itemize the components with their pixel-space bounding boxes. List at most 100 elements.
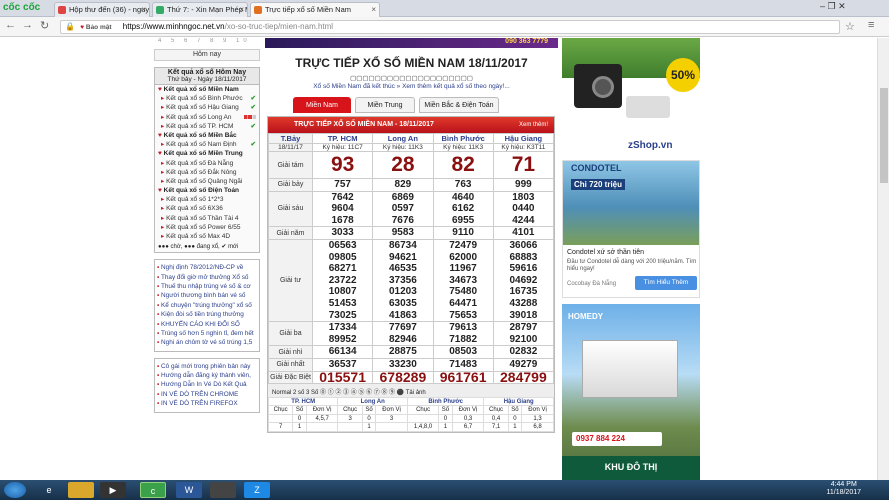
news-link[interactable]: Trúng số hơn 5 nghìn tỉ, đem hết: [157, 329, 257, 338]
tab-mien-bac[interactable]: Miền Bắc & Điện Toán: [419, 97, 499, 113]
lottery-link[interactable]: Kết quả xổ số Quảng Ngãi: [155, 177, 259, 186]
learn-more-button[interactable]: Tìm Hiểu Thêm: [635, 276, 697, 290]
homedy-ad[interactable]: HOMEDY 0937 884 224 KHU ĐÔ THỊ: [562, 304, 700, 480]
scrollbar-thumb[interactable]: [880, 88, 888, 183]
prize-row: Giải nhì 66134 28875 08503 02832: [268, 345, 555, 359]
loto-cell: 6,8: [521, 422, 554, 432]
province-name[interactable]: Long An: [372, 133, 434, 144]
lottery-link[interactable]: Kết quả xổ số 1*2*3: [155, 195, 259, 204]
news-link[interactable]: Nghị định 78/2012/NĐ-CP về: [157, 263, 257, 272]
back-icon[interactable]: ←: [5, 19, 16, 31]
tab-mien-nam[interactable]: Miền Nam: [293, 97, 351, 113]
news-link[interactable]: Cô gái mới trong phiên bản này: [157, 362, 257, 371]
browser-brand-logo[interactable]: cốc cốc: [3, 2, 40, 13]
lottery-link[interactable]: Kết quả xổ số 6X36: [155, 204, 259, 213]
lottery-link[interactable]: Kết quả xổ số Đà Nẵng: [155, 159, 259, 168]
lottery-label: Kết quả xổ số Nam Định: [166, 141, 237, 149]
zshop-link[interactable]: zShop.vn: [628, 140, 672, 151]
news-link[interactable]: Thay đổi giờ mở thưởng Xổ số: [157, 273, 257, 282]
window-controls[interactable]: – ❐ ✕: [820, 1, 846, 12]
lottery-link[interactable]: Kết quả xổ số Nam Định ✔: [155, 140, 259, 149]
today-results-header: Kết quả xổ số Hôm Nay Thứ bảy - Ngày 18/…: [155, 68, 259, 85]
prize-numbers: 763: [432, 178, 494, 192]
prize-number: 763: [454, 179, 472, 190]
news-link[interactable]: Nghi án chôm tờ vé số trúng 1,5: [157, 338, 257, 347]
explorer-folder-icon[interactable]: [68, 482, 94, 498]
tab-close-icon[interactable]: ×: [141, 3, 146, 16]
start-button-icon[interactable]: [4, 482, 26, 498]
province-name[interactable]: Bình Phước: [432, 133, 494, 144]
finished-notice-link[interactable]: Xổ số Miền Nam đã kết thúc » Xem thêm kế…: [265, 83, 558, 92]
province-name[interactable]: Hậu Giang: [492, 133, 555, 144]
lottery-label: Kết quả xổ số Power 6/55: [166, 223, 241, 231]
system-clock[interactable]: 4:44 PM 11/18/2017: [826, 481, 861, 497]
prize-numbers: 757: [311, 178, 374, 192]
today-button[interactable]: Hôm nay: [154, 49, 260, 61]
news-link[interactable]: IN VÉ DÒ TRÊN FIREFOX: [157, 399, 257, 408]
news-link[interactable]: Hướng Dẫn In Vé Dò Kết Quả: [157, 380, 257, 389]
loto-subhead: Số: [438, 405, 453, 415]
lottery-link[interactable]: Kết quả xổ số Đắk Nông: [155, 168, 259, 177]
ie-icon[interactable]: e: [36, 482, 62, 498]
lottery-link[interactable]: Kết quả xổ số Power 6/55: [155, 223, 259, 232]
loto-cell: [406, 413, 440, 424]
bookmark-star-icon[interactable]: ☆: [845, 20, 855, 33]
loto-cell: 1: [292, 422, 307, 432]
top-banner-ad[interactable]: 090 363 7779: [265, 38, 558, 48]
prize-number: 04692: [509, 274, 538, 286]
display-controls[interactable]: Normal 2 số 3 Số ⓪ ① ② ③ ④ ⑤ ⑥ ⑦ ⑧ ⑨ ⚫ T…: [268, 384, 554, 398]
browser-tab[interactable]: Thứ 7: - Xin Mạn Phép M ×: [152, 2, 248, 17]
browser-tab[interactable]: Trực tiếp xổ số Miền Nam ×: [250, 2, 380, 17]
condotel-ad[interactable]: CONDOTEL Chỉ 720 triệu Condotel xứ sở th…: [562, 160, 700, 298]
lottery-link[interactable]: Kết quả xổ số Long An: [155, 113, 259, 122]
browser-menu-icon[interactable]: ≡: [868, 19, 874, 31]
lottery-link[interactable]: Kết quả xổ số Bình Phước ✔: [155, 94, 259, 103]
tab-close-icon[interactable]: ×: [239, 3, 244, 16]
news-link[interactable]: Hướng dẫn đăng ký thành viên,: [157, 371, 257, 380]
lottery-link[interactable]: Kết quả xổ số Hậu Giang ✔: [155, 103, 259, 112]
banner-phone: 090 363 7779: [505, 38, 548, 45]
media-player-icon[interactable]: ▶: [100, 482, 126, 498]
news-link[interactable]: Người thương bình bán vé số: [157, 291, 257, 300]
loto-province: Long An: [337, 397, 408, 407]
prize-numbers: 4101: [492, 226, 555, 240]
province-code: Ký hiệu: 11K3: [372, 143, 434, 152]
news-link[interactable]: KHUYẾN CÁO KHI ĐỔI SỐ: [157, 320, 257, 329]
prize-number: 6955: [452, 214, 475, 226]
mini-calendar[interactable]: 4 5 6 7 8 9 10: [152, 38, 262, 48]
news-link[interactable]: Kể chuyện "trúng thưởng" xổ số: [157, 301, 257, 310]
zshop-ad[interactable]: 50% zShop.vn: [562, 38, 700, 156]
page-scrollbar[interactable]: [877, 38, 889, 480]
condotel-image: [563, 161, 699, 245]
more-link[interactable]: Xem thêm!: [519, 117, 548, 133]
new-check-icon: ✔: [250, 104, 256, 112]
section-label: Kết quả xổ số Miền Bắc: [163, 131, 237, 139]
loto-subhead: Số: [361, 405, 377, 415]
lottery-link[interactable]: Kết quả xổ số Max 4D: [155, 232, 259, 241]
zalo-icon[interactable]: Z: [244, 482, 270, 498]
hotline[interactable]: 0937 884 224: [572, 432, 662, 446]
section-heading: Kết quả xổ số Điện Toán: [155, 186, 259, 195]
coccoc-taskbar-icon[interactable]: c: [140, 482, 166, 498]
word-icon[interactable]: W: [176, 482, 202, 498]
news-link[interactable]: Thuế thu nhập trúng vé số & cơ: [157, 282, 257, 291]
news-link[interactable]: Kiện đòi số tiền trúng thưởng: [157, 310, 257, 319]
url-input[interactable]: 🔒 Bảo mật https://www.minhngoc.net.vn/xo…: [60, 20, 840, 34]
loto-subhead: Chục: [406, 405, 440, 415]
app-icon[interactable]: [210, 482, 236, 498]
reload-icon[interactable]: ↻: [40, 19, 49, 32]
tab-mien-trung[interactable]: Miền Trung: [355, 97, 415, 113]
forward-icon[interactable]: →: [22, 19, 33, 31]
news-link[interactable]: IN VÉ DÒ TRÊN CHROME: [157, 390, 257, 399]
prize-number: 0597: [391, 203, 414, 215]
tab-close-icon[interactable]: ×: [371, 3, 376, 16]
secure-label: Bảo mật: [77, 23, 114, 32]
province-name[interactable]: TP. HCM: [311, 133, 374, 144]
prize-number: 4244: [512, 214, 535, 226]
taskbar: e ▶ c W Z 4:44 PM 11/18/2017: [0, 480, 889, 500]
lottery-link[interactable]: Kết quả xổ số Thần Tài 4: [155, 214, 259, 223]
lottery-link[interactable]: Kết quả xổ số TP. HCM ✔: [155, 122, 259, 131]
browser-tab[interactable]: Hộp thư đến (36) - nguyễ ×: [54, 2, 150, 17]
prize-number: 89952: [328, 333, 357, 345]
page-subtitle: ▢▢▢▢▢▢▢▢▢▢▢▢▢▢▢▢▢▢▢▢: [350, 75, 473, 82]
